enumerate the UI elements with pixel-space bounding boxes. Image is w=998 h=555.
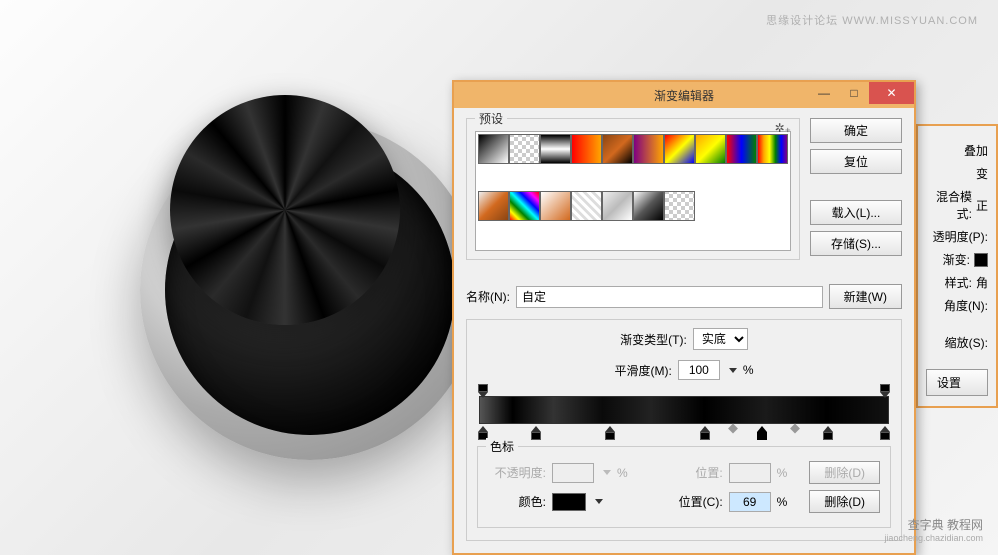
presets-group: 预设 ✲₊ (466, 118, 800, 260)
midpoint-diamond[interactable] (728, 424, 738, 434)
preset-swatch[interactable] (633, 191, 664, 221)
new-button[interactable]: 新建(W) (829, 284, 902, 309)
color-stop[interactable] (823, 426, 833, 436)
preset-swatch[interactable] (602, 191, 633, 221)
artwork-knob (170, 95, 400, 325)
side-scale-label: 缩放(S): (926, 334, 988, 351)
preset-swatch[interactable] (757, 134, 788, 164)
percent-label: % (617, 466, 628, 480)
maximize-button[interactable]: □ (839, 82, 869, 104)
name-label: 名称(N): (466, 288, 510, 305)
midpoint-diamond[interactable] (790, 424, 800, 434)
side-opacity-label: 透明度(P): (926, 228, 988, 245)
preset-swatch[interactable] (571, 134, 602, 164)
preset-swatch[interactable] (602, 134, 633, 164)
watermark-bottom: 查字典 教程网 jiaocheng.chazidian.com (884, 518, 983, 545)
preset-swatch[interactable] (664, 134, 695, 164)
blend-mode-label: 混合模式: (926, 188, 972, 222)
ok-button[interactable]: 确定 (810, 118, 902, 143)
color-stop[interactable] (531, 426, 541, 436)
side-style-label: 样式: (926, 274, 972, 291)
chevron-down-icon[interactable] (729, 368, 737, 373)
blend-mode-value: 正 (976, 197, 988, 214)
opacity-stop[interactable] (478, 384, 488, 394)
chevron-down-icon[interactable] (595, 499, 603, 504)
color-stop-group: 色标 不透明度: % 位置: % 删除(D) 颜色: (477, 446, 891, 528)
save-button[interactable]: 存储(S)... (810, 231, 902, 256)
position-input (729, 463, 771, 483)
side-style-value: 角 (976, 274, 988, 291)
titlebar[interactable]: 渐变编辑器 — □ ✕ (454, 82, 914, 108)
position2-input[interactable] (729, 492, 771, 512)
gradient-preview (479, 396, 889, 424)
preset-swatch[interactable] (478, 134, 509, 164)
minimize-button[interactable]: — (809, 82, 839, 104)
opacity-stop[interactable] (880, 384, 890, 394)
overlay-label: 叠加 (926, 142, 988, 159)
opacity-label: 不透明度: (488, 464, 546, 481)
gradient-short-label: 变 (926, 165, 988, 182)
preset-swatch[interactable] (695, 134, 726, 164)
gradient-bar[interactable] (479, 396, 889, 424)
smoothness-input[interactable] (678, 360, 720, 380)
watermark-top: 思缘设计论坛 WWW.MISSYUAN.COM (766, 12, 978, 28)
percent-label: % (777, 466, 788, 480)
preset-swatches (475, 131, 791, 251)
opacity-input (552, 463, 594, 483)
delete-opacity-button: 删除(D) (809, 461, 880, 484)
reset-button[interactable]: 复位 (810, 149, 902, 174)
close-button[interactable]: ✕ (869, 82, 914, 104)
gradient-editor-dialog: 渐变编辑器 — □ ✕ 预设 ✲₊ (452, 80, 916, 555)
preset-swatch[interactable] (726, 134, 757, 164)
presets-label: 预设 (475, 110, 507, 127)
percent-label: % (777, 495, 788, 509)
gradient-type-select[interactable]: 实底 (693, 328, 748, 350)
name-input[interactable] (516, 286, 823, 308)
preset-swatch[interactable] (664, 191, 695, 221)
gradient-swatch[interactable] (974, 253, 988, 267)
gradient-type-label: 渐变类型(T): (620, 331, 687, 348)
gear-icon[interactable]: ✲₊ (775, 121, 791, 135)
load-button[interactable]: 载入(L)... (810, 200, 902, 225)
chevron-down-icon (603, 470, 611, 475)
position-label: 位置: (665, 464, 723, 481)
color-stop[interactable] (605, 426, 615, 436)
position2-label: 位置(C): (665, 493, 723, 510)
color-stop-selected[interactable] (757, 426, 767, 436)
color-label: 颜色: (488, 493, 546, 510)
preset-swatch[interactable] (509, 191, 540, 221)
side-gradient-label: 渐变: (926, 251, 970, 268)
delete-color-button[interactable]: 删除(D) (809, 490, 880, 513)
gradient-edit-group: 渐变类型(T): 实底 平滑度(M): % (466, 319, 902, 541)
percent-label: % (743, 363, 754, 377)
layer-style-panel: 叠加 变 混合模式:正 透明度(P): 渐变: 样式:角 角度(N): 缩放(S… (916, 124, 998, 408)
color-swatch[interactable] (552, 493, 586, 511)
color-stop-group-label: 色标 (486, 438, 518, 455)
color-stop[interactable] (880, 426, 890, 436)
preset-swatch[interactable] (633, 134, 664, 164)
color-stop[interactable] (700, 426, 710, 436)
preset-swatch[interactable] (540, 191, 571, 221)
dialog-title: 渐变编辑器 (654, 87, 714, 104)
smoothness-label: 平滑度(M): (615, 362, 672, 379)
preset-swatch[interactable] (571, 191, 602, 221)
preset-swatch[interactable] (478, 191, 509, 221)
side-angle-label: 角度(N): (926, 297, 988, 314)
settings-button[interactable]: 设置 (926, 369, 988, 396)
preset-swatch[interactable] (509, 134, 540, 164)
preset-swatch[interactable] (540, 134, 571, 164)
color-stop[interactable] (478, 426, 488, 436)
